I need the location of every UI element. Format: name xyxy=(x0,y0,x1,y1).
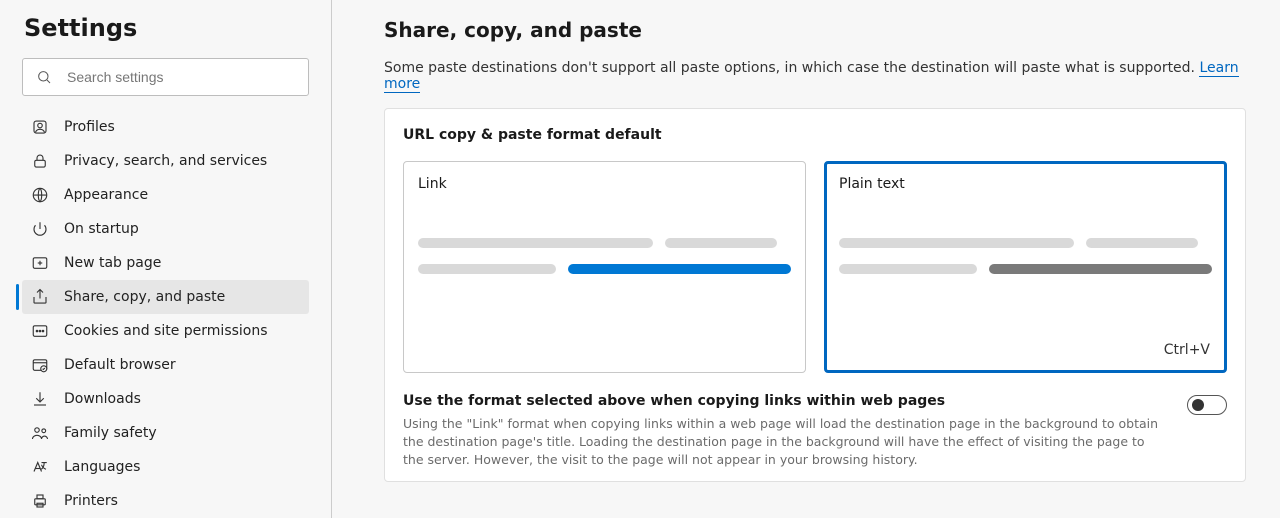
sidebar-item-appearance[interactable]: Appearance xyxy=(22,178,309,212)
sidebar-item-label: New tab page xyxy=(64,255,161,271)
sidebar-item-downloads[interactable]: Downloads xyxy=(22,382,309,416)
skeleton-bar xyxy=(839,238,1074,248)
sidebar-item-label: Share, copy, and paste xyxy=(64,289,225,305)
sidebar-item-label: Privacy, search, and services xyxy=(64,153,267,169)
pref-text: Use the format selected above when copyi… xyxy=(403,393,1167,469)
power-icon xyxy=(30,220,50,238)
format-preference: Use the format selected above when copyi… xyxy=(403,393,1227,475)
lock-icon xyxy=(30,152,50,170)
nav-list: Profiles Privacy, search, and services A… xyxy=(22,110,309,518)
skeleton-bar xyxy=(839,264,977,274)
family-icon xyxy=(30,424,50,442)
sidebar-item-profiles[interactable]: Profiles xyxy=(22,110,309,144)
settings-sidebar: Settings Profiles Privacy, search, and s… xyxy=(0,0,332,518)
cookies-icon xyxy=(30,322,50,340)
skeleton-row xyxy=(839,238,1212,248)
settings-title: Settings xyxy=(22,14,309,42)
keyboard-shortcut: Ctrl+V xyxy=(1164,342,1210,358)
settings-card: URL copy & paste format default Link Pla… xyxy=(384,108,1246,482)
sidebar-item-printers[interactable]: Printers xyxy=(22,484,309,518)
sidebar-item-share-copy-paste[interactable]: Share, copy, and paste xyxy=(22,280,309,314)
sidebar-item-label: Profiles xyxy=(64,119,115,135)
profile-icon xyxy=(30,118,50,136)
share-icon xyxy=(30,288,50,306)
browser-icon xyxy=(30,356,50,374)
skeleton-bar xyxy=(418,238,653,248)
download-icon xyxy=(30,390,50,408)
option-plain-text[interactable]: Plain text Ctrl+V xyxy=(824,161,1227,373)
languages-icon xyxy=(30,458,50,476)
pref-toggle[interactable] xyxy=(1187,395,1227,415)
appearance-icon xyxy=(30,186,50,204)
sidebar-item-label: Downloads xyxy=(64,391,141,407)
page-description: Some paste destinations don't support al… xyxy=(384,60,1246,92)
toggle-knob xyxy=(1192,399,1204,411)
section-heading: URL copy & paste format default xyxy=(403,127,1227,143)
sidebar-item-label: Printers xyxy=(64,493,118,509)
page-description-text: Some paste destinations don't support al… xyxy=(384,60,1199,76)
sidebar-item-privacy[interactable]: Privacy, search, and services xyxy=(22,144,309,178)
sidebar-item-label: Default browser xyxy=(64,357,176,373)
sidebar-item-label: Cookies and site permissions xyxy=(64,323,268,339)
option-plain-title: Plain text xyxy=(839,176,1212,192)
option-link-title: Link xyxy=(418,176,791,192)
skeleton-bar-plain xyxy=(989,264,1212,274)
sidebar-item-label: On startup xyxy=(64,221,139,237)
search-input[interactable] xyxy=(22,58,309,96)
new-tab-icon xyxy=(30,254,50,272)
printer-icon xyxy=(30,492,50,510)
sidebar-item-languages[interactable]: Languages xyxy=(22,450,309,484)
option-link[interactable]: Link xyxy=(403,161,806,373)
skeleton-row xyxy=(418,238,791,248)
format-options: Link Plain text xyxy=(403,161,1227,373)
main-content: Share, copy, and paste Some paste destin… xyxy=(332,0,1280,518)
sidebar-item-label: Family safety xyxy=(64,425,157,441)
pref-title: Use the format selected above when copyi… xyxy=(403,393,1167,409)
skeleton-row xyxy=(839,264,1212,274)
skeleton-bar-link xyxy=(568,264,791,274)
sidebar-item-label: Languages xyxy=(64,459,140,475)
sidebar-item-default-browser[interactable]: Default browser xyxy=(22,348,309,382)
search-wrapper xyxy=(22,58,309,96)
skeleton-bar xyxy=(418,264,556,274)
skeleton-bar xyxy=(665,238,777,248)
sidebar-item-cookies[interactable]: Cookies and site permissions xyxy=(22,314,309,348)
page-title: Share, copy, and paste xyxy=(384,18,1246,42)
skeleton-row xyxy=(418,264,791,274)
sidebar-item-label: Appearance xyxy=(64,187,148,203)
sidebar-item-new-tab[interactable]: New tab page xyxy=(22,246,309,280)
sidebar-item-family[interactable]: Family safety xyxy=(22,416,309,450)
pref-description: Using the "Link" format when copying lin… xyxy=(403,415,1167,469)
skeleton-bar xyxy=(1086,238,1198,248)
sidebar-item-startup[interactable]: On startup xyxy=(22,212,309,246)
